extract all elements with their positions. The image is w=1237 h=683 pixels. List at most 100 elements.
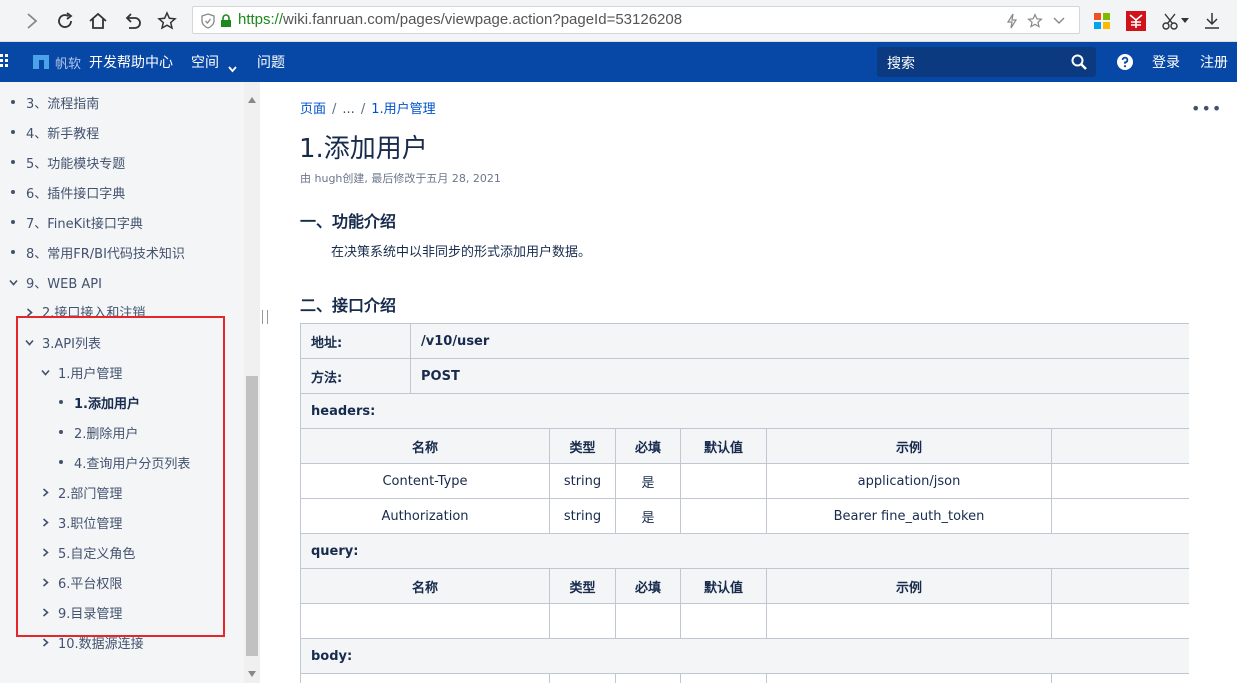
lock-icon [217, 12, 235, 30]
tree-item[interactable]: 6、插件接口字典 [11, 182, 125, 202]
extension-icon[interactable] [1124, 9, 1148, 33]
headers-label: headers: [300, 393, 1189, 429]
login-link[interactable]: 登录 [1152, 52, 1180, 72]
tree-item-label: 4、新手教程 [26, 126, 100, 142]
issues-link[interactable]: 问题 [257, 52, 285, 72]
table-row: body: [300, 638, 1189, 674]
column-header: 必填 [615, 428, 681, 464]
table-cell: string [549, 463, 616, 499]
column-header-empty [1050, 568, 1189, 604]
table-cell [680, 463, 767, 499]
table-row [300, 603, 1189, 639]
tree-item[interactable]: 4、新手教程 [11, 122, 99, 142]
bullet-icon [11, 190, 15, 194]
lightning-icon[interactable] [1003, 12, 1021, 30]
table-cell: Authorization [300, 498, 550, 534]
table-cell [1050, 603, 1189, 639]
column-header: 名称 [300, 568, 550, 604]
body-label: body: [300, 638, 1189, 674]
table-cell [680, 603, 767, 639]
favorite-star-icon[interactable] [1026, 12, 1044, 30]
table-row: 地址: /v10/user [300, 323, 1189, 359]
chevron-down-icon[interactable] [228, 58, 237, 73]
tree-item[interactable]: 2.接口接入和注销 [25, 302, 145, 316]
tree-item-label: 2.接口接入和注销 [42, 306, 146, 316]
search-icon[interactable] [1071, 54, 1087, 70]
scroll-down-arrow-icon[interactable] [248, 662, 256, 677]
section-heading: 一、功能介绍 [300, 212, 397, 231]
scroll-up-arrow-icon[interactable] [248, 88, 256, 103]
site-title[interactable]: 开发帮助中心 [89, 52, 173, 72]
search-input[interactable]: 搜索 [877, 47, 1096, 77]
register-link[interactable]: 注册 [1200, 52, 1228, 72]
chevron-down-icon[interactable] [1050, 12, 1068, 30]
table-cell [766, 603, 1052, 639]
more-actions-icon[interactable]: ••• [1191, 99, 1222, 118]
search-placeholder: 搜索 [887, 56, 915, 72]
undo-icon[interactable] [121, 9, 145, 33]
table-cell: 是 [615, 463, 681, 499]
bullet-icon [11, 100, 15, 104]
reload-icon[interactable] [53, 9, 77, 33]
table-cell [766, 673, 1052, 683]
column-header: 示例 [766, 428, 1052, 464]
space-menu[interactable]: 空间 [191, 52, 219, 72]
table-header-row: 名称 类型 必填 默认值 示例 [300, 428, 1189, 464]
help-icon[interactable] [1117, 54, 1133, 70]
column-header: 默认值 [680, 428, 767, 464]
fanruan-logo-icon[interactable] [31, 53, 51, 71]
sidebar-resize-handle[interactable] [262, 310, 268, 324]
breadcrumb-ellipsis[interactable]: ... [342, 102, 354, 117]
bullet-icon [11, 130, 15, 134]
breadcrumb-pages[interactable]: 页面 [300, 102, 326, 117]
download-icon[interactable] [1200, 9, 1224, 33]
browser-toolbar: https://wiki.fanruan.com/pages/viewpage.… [0, 0, 1237, 42]
method-label: 方法: [300, 358, 411, 394]
chevron-down-icon[interactable] [9, 278, 18, 287]
table-cell [300, 603, 550, 639]
tree-item[interactable]: 8、常用FR/BI代码技术知识 [11, 242, 185, 262]
app-switcher-icon[interactable] [0, 54, 14, 70]
bookmark-star-icon[interactable] [155, 9, 179, 33]
breadcrumb-separator: / [360, 102, 366, 117]
windows-apps-icon[interactable] [1090, 9, 1114, 33]
chevron-right-icon[interactable] [25, 308, 34, 316]
forward-icon[interactable] [20, 9, 44, 33]
address-bar[interactable]: https://wiki.fanruan.com/pages/viewpage.… [192, 6, 1080, 34]
column-header: 类型 [549, 568, 616, 604]
column-header: 类型 [549, 428, 616, 464]
table-row [300, 673, 1189, 683]
tree-item-label: 7、FineKit接口字典 [26, 216, 143, 232]
bullet-icon [11, 250, 15, 254]
url-text: https://wiki.fanruan.com/pages/viewpage.… [238, 11, 682, 28]
tree-item[interactable]: 3、流程指南 [11, 92, 99, 112]
table-row: Authorization string 是 Bearer fine_auth_… [300, 498, 1189, 534]
table-cell: application/json [766, 463, 1052, 499]
url-scheme: https:// [238, 11, 284, 28]
sidebar-scrollbar-thumb[interactable] [246, 376, 258, 656]
chevron-right-icon[interactable] [41, 637, 50, 647]
dropdown-caret-icon[interactable] [1180, 9, 1190, 33]
breadcrumb-parent[interactable]: 1.用户管理 [371, 102, 435, 117]
address-label: 地址: [300, 323, 411, 359]
tree-item[interactable]: 9、WEB API [9, 272, 102, 292]
home-icon[interactable] [86, 9, 110, 33]
tree-item[interactable]: 7、FineKit接口字典 [11, 212, 143, 232]
app-header: 帆软 开发帮助中心 空间 问题 搜索 登录 注册 [0, 42, 1237, 82]
query-label: query: [300, 533, 1189, 569]
table-row: query: [300, 533, 1189, 569]
table-cell: Content-Type [300, 463, 550, 499]
tree-item[interactable]: 5、功能模块专题 [11, 152, 125, 172]
page-metadata: 由 hugh创建, 最后修改于五月 28, 2021 [300, 172, 501, 185]
tree-item-label: 6、插件接口字典 [26, 186, 126, 202]
table-cell [1050, 673, 1189, 683]
table-cell [549, 603, 616, 639]
header-brand[interactable]: 帆软 [55, 53, 81, 72]
api-spec-table: 地址: /v10/user 方法: POST headers: 名称 类型 必填… [300, 323, 1189, 683]
address-value: /v10/user [409, 323, 1189, 359]
table-cell [615, 673, 681, 683]
section-heading: 二、接口介绍 [300, 296, 397, 315]
method-value: POST [409, 358, 1189, 394]
breadcrumb-separator: / [332, 102, 337, 117]
bullet-icon [11, 160, 15, 164]
